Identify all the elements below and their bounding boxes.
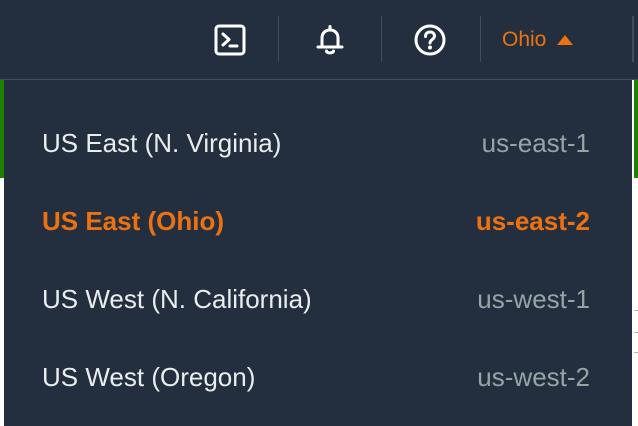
region-dropdown-menu: US East (N. Virginia) us-east-1 US East …	[4, 80, 632, 426]
region-option-us-west-1[interactable]: US West (N. California) us-west-1	[4, 260, 632, 338]
cloudshell-icon	[214, 24, 246, 56]
console-screen: Ohio US East (N. Virginia) us-east-1 US …	[0, 0, 638, 426]
help-icon	[414, 24, 446, 56]
page-divider	[634, 310, 638, 311]
region-option-us-east-2[interactable]: US East (Ohio) us-east-2	[4, 182, 632, 260]
page-banner-edge-right	[634, 80, 638, 178]
region-option-us-east-1[interactable]: US East (N. Virginia) us-east-1	[4, 104, 632, 182]
help-button[interactable]	[410, 20, 450, 60]
region-selector-label: Ohio	[502, 28, 547, 51]
notifications-button[interactable]	[310, 20, 350, 60]
region-option-code: us-west-2	[477, 361, 590, 392]
nav-divider	[480, 16, 481, 62]
region-option-name: US West (N. California)	[42, 283, 312, 314]
page-divider	[634, 332, 638, 333]
page-divider	[634, 352, 638, 353]
region-selector-button[interactable]: Ohio	[502, 20, 574, 60]
cloudshell-button[interactable]	[210, 20, 250, 60]
nav-divider	[632, 16, 634, 62]
nav-divider	[278, 16, 279, 62]
region-option-code: us-east-2	[475, 205, 590, 236]
top-navigation-bar: Ohio	[0, 0, 638, 80]
caret-up-icon	[557, 35, 574, 45]
region-option-code: us-east-1	[481, 127, 590, 158]
nav-divider	[381, 16, 382, 62]
region-option-code: us-west-1	[477, 283, 590, 314]
region-option-name: US West (Oregon)	[42, 361, 256, 392]
region-option-name: US East (Ohio)	[42, 205, 225, 236]
region-option-us-west-2[interactable]: US West (Oregon) us-west-2	[4, 338, 632, 416]
region-option-name: US East (N. Virginia)	[42, 127, 282, 158]
bell-icon	[316, 25, 344, 55]
